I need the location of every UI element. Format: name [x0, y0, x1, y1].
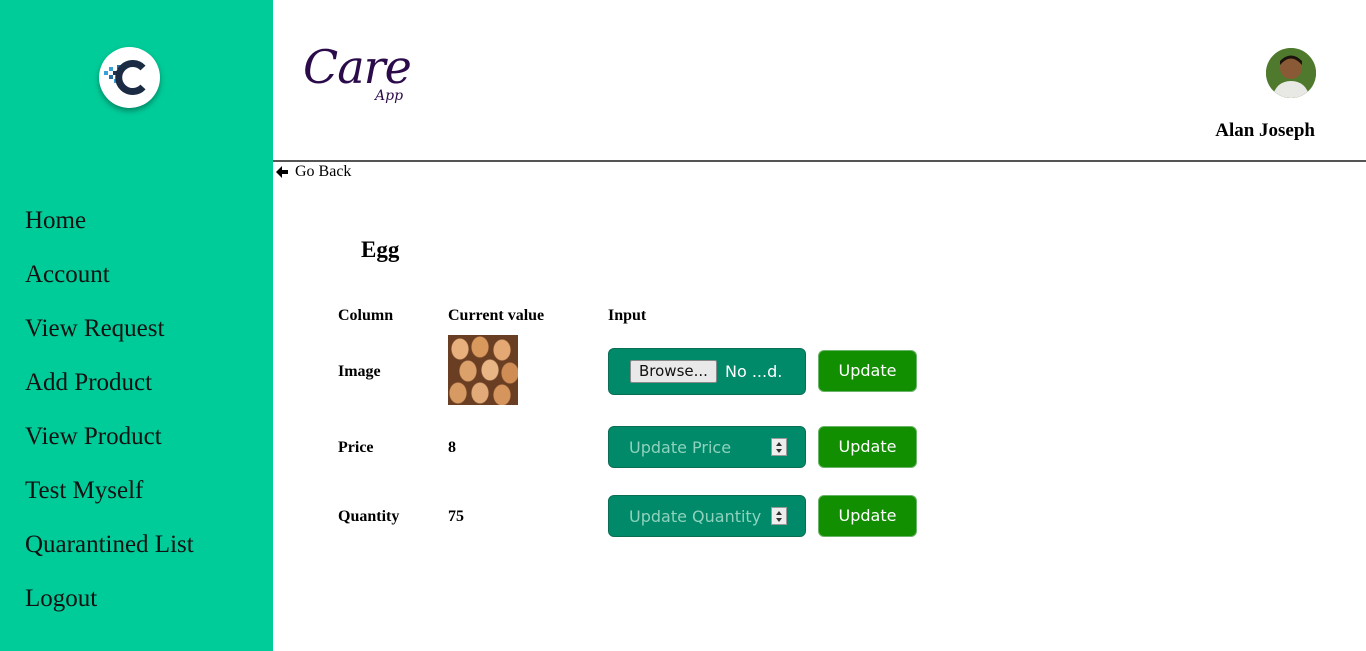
arrow-left-icon — [275, 165, 289, 179]
sidebar: Home Account View Request Add Product Vi… — [0, 0, 273, 651]
column-header-column: Column — [338, 307, 394, 324]
row-label-price: Price — [338, 439, 374, 456]
price-spinner[interactable] — [771, 438, 787, 456]
go-back-label: Go Back — [295, 163, 352, 180]
sidebar-item-view-request[interactable]: View Request — [25, 312, 194, 366]
column-header-current-value: Current value — [448, 307, 545, 324]
update-price-input[interactable]: Update Price — [608, 426, 806, 468]
sidebar-item-account[interactable]: Account — [25, 258, 194, 312]
file-name-label: No ...d. — [725, 362, 783, 381]
sidebar-nav: Home Account View Request Add Product Vi… — [25, 204, 194, 636]
update-quantity-input[interactable]: Update Quantity — [608, 495, 806, 537]
spinner-down-icon[interactable] — [776, 449, 782, 453]
sidebar-item-add-product[interactable]: Add Product — [25, 366, 194, 420]
current-quantity-value: 75 — [448, 508, 464, 525]
sidebar-item-test-myself[interactable]: Test Myself — [25, 474, 194, 528]
update-price-placeholder: Update Price — [629, 438, 732, 457]
update-quantity-button[interactable]: Update — [818, 495, 917, 537]
brand-title: Care — [303, 40, 412, 94]
update-quantity-placeholder: Update Quantity — [629, 507, 762, 526]
quantity-spinner[interactable] — [771, 507, 787, 525]
spinner-up-icon[interactable] — [776, 442, 782, 446]
top-header: Care App Alan Joseph — [273, 0, 1366, 162]
product-title: Egg — [361, 237, 400, 262]
app-logo-icon[interactable] — [99, 47, 160, 108]
column-header-input: Input — [608, 307, 647, 324]
browse-button[interactable]: Browse... — [630, 360, 717, 383]
sidebar-item-view-product[interactable]: View Product — [25, 420, 194, 474]
spinner-up-icon[interactable] — [776, 511, 782, 515]
sidebar-item-quarantined-list[interactable]: Quarantined List — [25, 528, 194, 582]
current-price-value: 8 — [448, 439, 456, 456]
go-back-link[interactable]: Go Back — [275, 163, 351, 181]
user-name: Alan Joseph — [1215, 120, 1315, 141]
sidebar-item-home[interactable]: Home — [25, 204, 194, 258]
update-price-button[interactable]: Update — [818, 426, 917, 468]
update-image-button[interactable]: Update — [818, 350, 917, 392]
product-image-thumbnail — [448, 335, 518, 405]
brand-subtitle: App — [375, 88, 404, 104]
spinner-down-icon[interactable] — [776, 518, 782, 522]
sidebar-item-logout[interactable]: Logout — [25, 582, 194, 636]
row-label-image: Image — [338, 363, 381, 380]
image-file-input[interactable]: Browse... No ...d. — [608, 348, 806, 395]
avatar[interactable] — [1266, 48, 1316, 98]
row-label-quantity: Quantity — [338, 508, 400, 525]
